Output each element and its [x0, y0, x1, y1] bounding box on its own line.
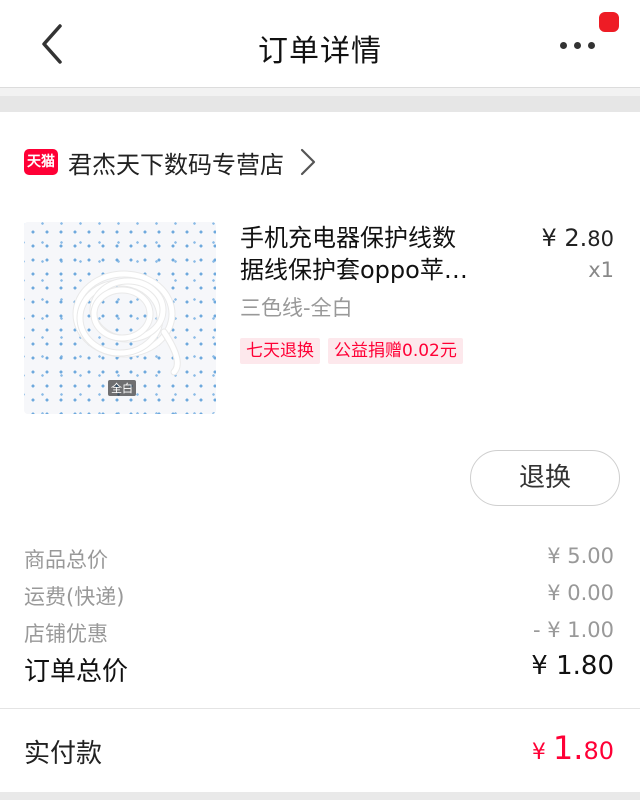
- shop-discount-label: 店铺优惠: [24, 622, 108, 646]
- shipping-value: ¥ 0.00: [547, 581, 614, 605]
- refund-exchange-button[interactable]: 退换: [470, 450, 620, 506]
- product-title-line-1: 手机充电器保护线数: [240, 224, 456, 252]
- image-variant-label: 全白: [108, 380, 136, 396]
- page-title: 订单详情: [258, 34, 382, 69]
- nav-bar: 订单详情: [0, 0, 640, 88]
- product-title[interactable]: 手机充电器保护线数 据线保护套oppo苹…: [240, 222, 500, 286]
- payment-fraction: 80: [583, 737, 614, 765]
- order-total-label: 订单总价: [24, 657, 129, 687]
- ellipsis-icon-dot: [574, 42, 581, 49]
- order-total-value: ¥ 1.80: [531, 651, 614, 681]
- ellipsis-icon: [560, 42, 567, 49]
- tmall-logo-icon: 天猫: [24, 149, 58, 175]
- order-total-row: 订单总价 ¥ 1.80: [24, 651, 614, 688]
- unit-price-cents: 80: [587, 227, 614, 251]
- more-button[interactable]: [556, 30, 600, 60]
- order-card: 天猫 君杰天下数码专营店 全白 手机充电器保护线数 据线保护套oppo苹… 三色…: [0, 112, 640, 708]
- price-summary: 商品总价 ¥ 5.00 运费(快递) ¥ 0.00 店铺优惠 - ¥ 1.00 …: [24, 540, 614, 688]
- unit-price: ¥ 2.80: [541, 224, 614, 252]
- shipping-label: 运费(快递): [24, 585, 125, 609]
- actual-payment-bar: 实付款 ¥ 1.80: [0, 708, 640, 792]
- section-divider: [0, 96, 640, 112]
- product-title-line-2: 据线保护套oppo苹…: [240, 256, 468, 284]
- product-tags: 七天退换 公益捐赠0.02元: [240, 338, 463, 364]
- summary-row: 商品总价 ¥ 5.00: [24, 540, 614, 577]
- product-variant: 三色线-全白: [240, 296, 353, 320]
- subtotal-value: ¥ 5.00: [547, 544, 614, 568]
- product-image[interactable]: 全白: [24, 222, 216, 414]
- summary-row: 运费(快递) ¥ 0.00: [24, 577, 614, 614]
- unit-price-main: ¥ 2.: [541, 224, 588, 252]
- chevron-right-icon: [300, 148, 316, 176]
- payment-currency: ¥: [531, 740, 553, 765]
- quantity: x1: [588, 258, 614, 282]
- payment-integer: 1.: [552, 729, 584, 767]
- notification-badge: [599, 12, 619, 32]
- actual-payment-value: ¥ 1.80: [532, 729, 614, 767]
- actual-payment-label: 实付款: [24, 739, 103, 769]
- shop-discount-value: - ¥ 1.00: [532, 618, 614, 642]
- tag-charity-donation: 公益捐赠0.02元: [328, 338, 463, 364]
- ellipsis-icon-dot: [588, 42, 595, 49]
- summary-row: 店铺优惠 - ¥ 1.00: [24, 614, 614, 651]
- tag-seven-day-return: 七天退换: [240, 338, 320, 364]
- bottom-divider: [0, 792, 640, 800]
- shop-link[interactable]: 天猫 君杰天下数码专营店: [24, 146, 318, 179]
- subtotal-label: 商品总价: [24, 548, 108, 572]
- shop-name: 君杰天下数码专营店: [68, 150, 284, 179]
